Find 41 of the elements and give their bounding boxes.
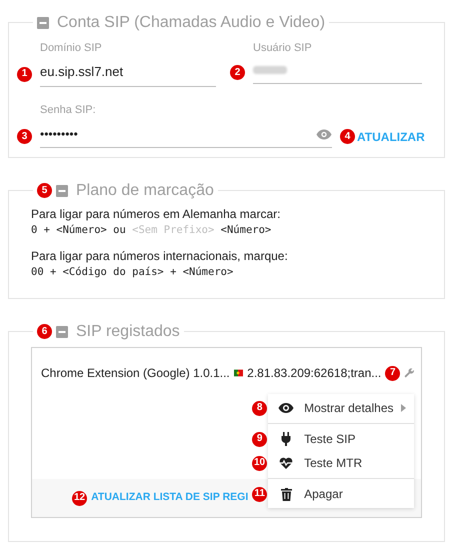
section-title: Plano de marcação <box>76 181 214 200</box>
device-name: Chrome Extension (Google) 1.0.1... <box>41 365 230 382</box>
instruction-text: Para ligar para números internacionais, marque: <box>31 248 289 264</box>
number-badge: 6 <box>37 324 52 339</box>
menu-item[interactable]: Teste SIP <box>268 427 414 451</box>
flag-icon <box>234 368 244 378</box>
domain-field[interactable]: eu.sip.ssl7.net <box>40 62 216 87</box>
field-label: Senha SIP: <box>40 104 96 116</box>
password-value: ••••••••• <box>40 126 79 143</box>
menu-item[interactable]: Apagar <box>268 482 414 506</box>
number-badge: 8 <box>252 400 268 416</box>
menu-item[interactable]: Teste MTR <box>268 451 414 475</box>
device-address: 2.81.83.209:62618;tran... <box>247 365 382 382</box>
number-badge: 5 <box>37 183 52 198</box>
code-line: 0 + <Número> ou <Sem Prefixo> <Número> <box>31 223 272 238</box>
section-title: Conta SIP (Chamadas Audio e Video) <box>57 13 326 32</box>
trash-icon <box>280 488 292 500</box>
collapse-icon[interactable] <box>56 326 68 338</box>
menu-item[interactable]: Mostrar detalhes <box>268 396 414 420</box>
instruction-text: Para ligar para números em Alemanha marcar: <box>31 206 282 222</box>
number-badge: 4 <box>340 129 355 144</box>
number-badge: 2 <box>230 65 245 80</box>
field-label: Usuário SIP <box>253 41 313 56</box>
eye-icon[interactable] <box>316 128 332 140</box>
submenu-arrow-icon <box>401 404 406 412</box>
number-badge: 1 <box>17 66 32 82</box>
eye-icon <box>278 402 294 414</box>
number-badge: 3 <box>17 129 32 144</box>
number-badge: 10 <box>252 456 268 470</box>
heartbeat-icon <box>279 457 294 469</box>
plug-icon <box>281 432 292 446</box>
blurred-value <box>253 64 287 74</box>
collapse-icon[interactable] <box>37 16 49 28</box>
password-field[interactable]: ••••••••• <box>40 125 332 148</box>
number-badge: 7 <box>385 366 400 380</box>
number-badge: 12 <box>72 490 88 506</box>
section-title: SIP registados <box>76 322 180 341</box>
number-badge: 9 <box>252 432 268 446</box>
field-label: Domínio SIP <box>40 41 103 56</box>
code-line: 00 + <Código do país> + <Número> <box>31 265 234 280</box>
collapse-icon[interactable] <box>56 184 68 196</box>
